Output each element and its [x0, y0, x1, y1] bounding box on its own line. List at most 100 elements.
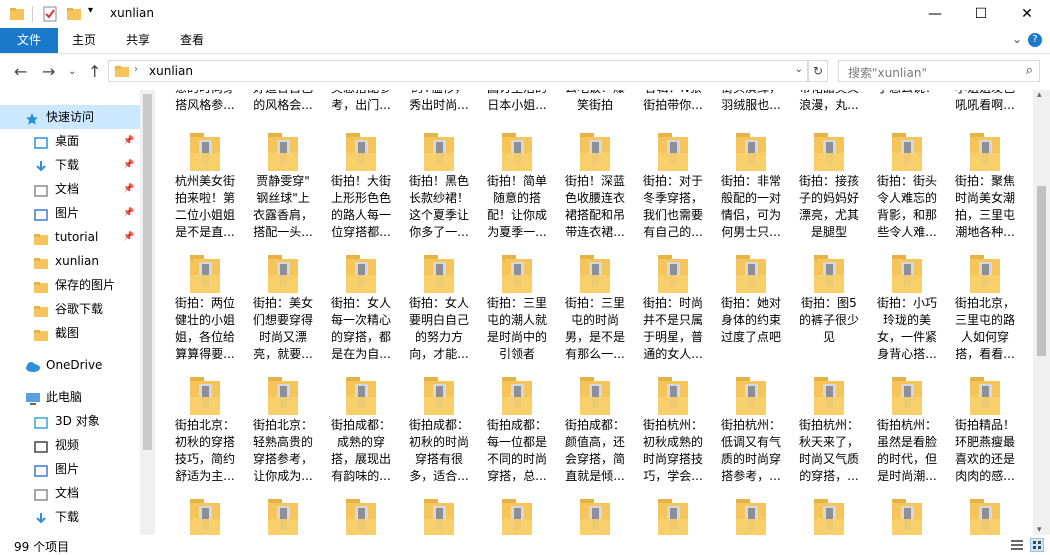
- folder-icon[interactable]: [580, 375, 610, 415]
- sidebar-item-pc-3[interactable]: 图片: [0, 457, 140, 481]
- folder-name[interactable]: 的T恤衫， 秀出时尚...: [400, 90, 478, 114]
- folder-icon[interactable]: [346, 131, 376, 171]
- search-icon[interactable]: ⌕: [1026, 63, 1033, 78]
- properties-icon[interactable]: [42, 6, 58, 22]
- sidebar-item-2[interactable]: 下载 📌: [0, 153, 140, 177]
- large-icons-view-icon[interactable]: [1030, 538, 1044, 552]
- folder-icon[interactable]: [190, 375, 220, 415]
- folder-icon[interactable]: [814, 375, 844, 415]
- folder-name[interactable]: 街拍：聚焦 时尚美女潮 拍，三里屯 潮地各种...: [946, 173, 1024, 241]
- vertical-scrollbar[interactable]: ▴ ▾: [1033, 90, 1050, 535]
- folder-name[interactable]: 街拍：她对 身体的约束 过度了点吧: [712, 295, 790, 346]
- close-button[interactable]: ✕: [1004, 0, 1050, 28]
- sidebar-item-5[interactable]: tutorial 📌: [0, 225, 140, 249]
- folder-name[interactable]: 街拍杭州： 虽然是看脸 的时代，但 是时尚潮...: [868, 417, 946, 485]
- folder-name[interactable]: 街拍成都： 颜值高，还 会穿搭，简 直就是倾...: [556, 417, 634, 485]
- folder-name[interactable]: 街头演绎， 羽绒服也...: [712, 90, 790, 114]
- folder-icon[interactable]: [970, 497, 1000, 535]
- folder-name[interactable]: 美感搭配参 考，出门...: [322, 90, 400, 114]
- folder-name[interactable]: 街拍！黑色 长款纱裙！ 这个夏季让 你多了一...: [400, 173, 478, 241]
- folder-icon[interactable]: [424, 497, 454, 535]
- chevron-right-icon[interactable]: ›: [134, 64, 138, 75]
- folder-name[interactable]: 国讨生活的 日本小姐...: [478, 90, 556, 114]
- folder-name[interactable]: 街拍：三里 屯的潮人就 是时尚中的 引领者: [478, 295, 556, 363]
- sidebar-item-pc-4[interactable]: 文档: [0, 481, 140, 505]
- folder-icon[interactable]: [502, 375, 532, 415]
- forward-icon[interactable]: →: [42, 62, 55, 81]
- folder-name[interactable]: 街拍精品！ 环肥燕瘦最 喜欢的还是 肉肉的感...: [946, 417, 1024, 485]
- folder-name[interactable]: 街拍：女人 要明白自己 的努力方 向，才能...: [400, 295, 478, 363]
- sidebar-item-3[interactable]: 文档 📌: [0, 177, 140, 201]
- folder-name[interactable]: 街拍：接孩 子的妈妈好 漂亮，尤其 是腿型: [790, 173, 868, 241]
- folder-name[interactable]: 小姐姐发色 吼吼看啊...: [946, 90, 1024, 114]
- folder-name[interactable]: 街拍杭州： 低调又有气 质的时尚穿 搭参考，...: [712, 417, 790, 485]
- search-input[interactable]: 搜索"xunlian": [848, 64, 927, 81]
- help-icon[interactable]: ?: [1028, 33, 1042, 47]
- folder-name[interactable]: 街拍成都： 初秋的时尚 穿搭有很 多，适合...: [400, 417, 478, 485]
- folder-icon[interactable]: [268, 131, 298, 171]
- folder-icon[interactable]: [346, 497, 376, 535]
- folder-name[interactable]: 街拍！大街 上形形色色 的路人每一 位穿搭都...: [322, 173, 400, 241]
- folder-name[interactable]: 街拍成都： 每一位都是 不同的时尚 穿搭，总...: [478, 417, 556, 485]
- folder-icon[interactable]: [970, 131, 1000, 171]
- folder-icon[interactable]: [892, 497, 922, 535]
- folder-icon[interactable]: [814, 253, 844, 293]
- sidebar-item-pc-2[interactable]: 视频: [0, 433, 140, 457]
- folder-icon[interactable]: [658, 253, 688, 293]
- folder-name[interactable]: 街拍：街头 令人难忘的 背影，和那 些令人难...: [868, 173, 946, 241]
- folder-name[interactable]: 意的时尚穿 搭风格参...: [166, 90, 244, 114]
- folder-name[interactable]: 好造合自己 的风格会...: [244, 90, 322, 114]
- folder-name[interactable]: 么吃饭？爆 笑街拍: [556, 90, 634, 114]
- folder-icon[interactable]: [424, 375, 454, 415]
- folder-name[interactable]: 街拍：小巧 玲珑的美 女，一件紧 身背心搭...: [868, 295, 946, 363]
- folder-icon[interactable]: [268, 375, 298, 415]
- folder-name[interactable]: 合辑：N张 街拍带你...: [634, 90, 712, 114]
- back-icon[interactable]: ←: [14, 62, 27, 81]
- tab-share[interactable]: 共享: [112, 28, 164, 53]
- scroll-down-icon[interactable]: ▾: [1037, 525, 1042, 535]
- folder-name[interactable]: 街拍北京： 初秋的穿搭 技巧，简约 舒适为主...: [166, 417, 244, 485]
- folder-icon[interactable]: [190, 497, 220, 535]
- folder-name[interactable]: 街拍：女人 每一次精心 的穿搭，都 是在为自...: [322, 295, 400, 363]
- search-box[interactable]: 搜索"xunlian" ⌕: [838, 60, 1040, 82]
- sidebar-item-1[interactable]: 桌面 📌: [0, 129, 140, 153]
- sidebar-scrollbar[interactable]: [140, 90, 155, 535]
- refresh-icon[interactable]: ↻: [808, 60, 828, 82]
- address-path[interactable]: xunlian: [149, 64, 193, 78]
- folder-name[interactable]: 街拍：三里 屯的时尚 男，是不是 有那么一...: [556, 295, 634, 363]
- up-icon[interactable]: ↑: [88, 62, 101, 81]
- folder-name[interactable]: 街拍：对于 冬季穿搭， 我们也需要 有自己的...: [634, 173, 712, 241]
- tab-file[interactable]: 文件: [0, 28, 58, 53]
- chevron-down-icon[interactable]: ⌄: [795, 64, 803, 75]
- folder-name[interactable]: 街拍：图5 的裤子很少 见: [790, 295, 868, 346]
- sidebar-item-7[interactable]: 保存的图片: [0, 273, 140, 297]
- scroll-thumb[interactable]: [1037, 186, 1046, 356]
- folder-icon[interactable]: [580, 497, 610, 535]
- folder-icon[interactable]: [814, 131, 844, 171]
- sidebar-item-6[interactable]: xunlian: [0, 249, 140, 273]
- folder-icon[interactable]: [190, 131, 220, 171]
- folder-name[interactable]: 街拍！深蓝 色收腰连衣 裙搭配和吊 带连衣裙...: [556, 173, 634, 241]
- folder-icon[interactable]: [970, 375, 1000, 415]
- folder-icon[interactable]: [658, 497, 688, 535]
- maximize-button[interactable]: ☐: [958, 0, 1004, 28]
- folder-name[interactable]: 街拍：非常 般配的一对 情侣，可为 何男士只...: [712, 173, 790, 241]
- folder-icon[interactable]: [736, 253, 766, 293]
- expand-ribbon-icon[interactable]: ⌄: [1012, 32, 1022, 46]
- folder-icon[interactable]: [736, 497, 766, 535]
- minimize-button[interactable]: —: [912, 0, 958, 28]
- folder-icon[interactable]: [892, 131, 922, 171]
- folder-icon[interactable]: [268, 497, 298, 535]
- folder-name[interactable]: 街拍北京， 三里屯的路 人如何穿 搭，看看...: [946, 295, 1024, 363]
- folder-icon[interactable]: [970, 253, 1000, 293]
- folder-icon[interactable]: [346, 375, 376, 415]
- folder-icon[interactable]: [502, 497, 532, 535]
- folder-icon[interactable]: [190, 253, 220, 293]
- sidebar-item-onedrive[interactable]: OneDrive: [0, 353, 140, 377]
- quick-access-dropdown-icon[interactable]: ▾: [88, 5, 93, 16]
- sidebar-item-4[interactable]: 图片 📌: [0, 201, 140, 225]
- sidebar-scroll-thumb[interactable]: [143, 94, 152, 450]
- folder-icon[interactable]: [658, 375, 688, 415]
- sidebar-item-this-pc[interactable]: 此电脑: [0, 385, 140, 409]
- folder-icon[interactable]: [736, 131, 766, 171]
